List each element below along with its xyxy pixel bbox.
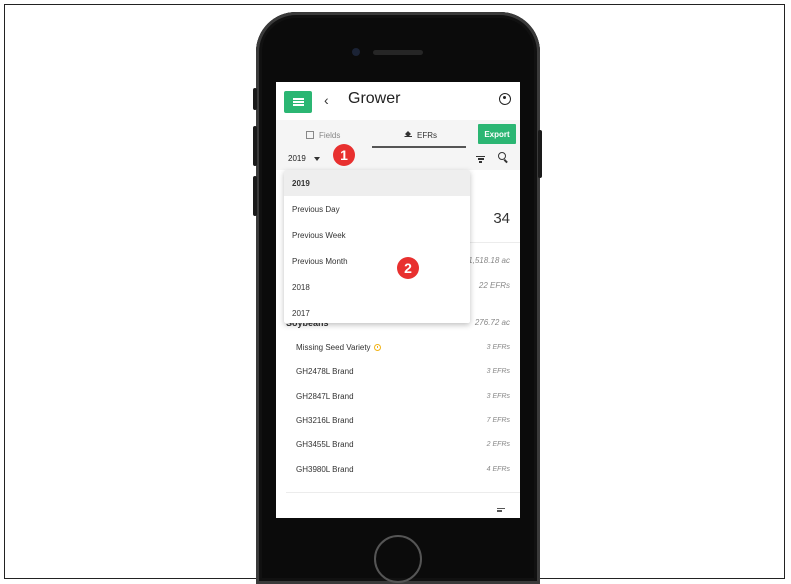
dropdown-option[interactable]: Previous Day <box>284 196 470 222</box>
volume-up-button <box>253 126 257 166</box>
list-item-efrs: 3 EFRs <box>486 368 510 375</box>
chevron-down-icon[interactable] <box>314 157 320 161</box>
list-item-efrs: 4 EFRs <box>486 466 510 473</box>
back-button[interactable]: ‹ <box>324 92 329 108</box>
tab-efrs[interactable]: EFRs <box>404 124 437 146</box>
list-item[interactable]: GH3455L Brand <box>296 440 354 449</box>
total-efr-count: 34 <box>493 210 510 227</box>
tab-fields[interactable]: Fields <box>306 124 340 146</box>
active-tab-indicator <box>372 146 466 148</box>
list-item-efrs: 7 EFRs <box>486 417 510 424</box>
page-title: Grower <box>348 90 401 107</box>
phone-screen: ‹ Grower Fields EFRs Export 2019 34 1,51… <box>276 82 520 518</box>
list-item[interactable]: GH3216L Brand <box>296 416 354 425</box>
dropdown-option[interactable]: Previous Week <box>284 222 470 248</box>
menu-button[interactable] <box>284 91 312 113</box>
warning-icon <box>373 344 381 352</box>
variety-name: Missing Seed Variety <box>296 343 371 352</box>
list-item[interactable]: Missing Seed Variety <box>296 343 381 352</box>
volume-down-button <box>253 176 257 216</box>
list-item[interactable]: GH3980L Brand <box>296 465 354 474</box>
hamburger-icon <box>292 101 304 103</box>
list-item-efrs: 3 EFRs <box>486 393 510 400</box>
list-item[interactable]: GH2847L Brand <box>296 392 354 401</box>
tab-efrs-label: EFRs <box>417 130 437 140</box>
fields-icon <box>306 131 314 139</box>
dropdown-option[interactable]: 2019 <box>284 170 470 196</box>
list-item-efrs: 3 EFRs <box>486 344 510 351</box>
tab-fields-label: Fields <box>319 130 341 140</box>
search-icon[interactable] <box>498 152 506 160</box>
account-icon[interactable] <box>499 93 511 105</box>
partial-efrs: 22 EFRs <box>478 281 510 290</box>
dropdown-option[interactable]: 2017 <box>284 300 470 323</box>
callout-badge-2: 2 <box>397 257 419 279</box>
dropdown-option[interactable]: 2018 <box>284 274 470 300</box>
filter-icon[interactable] <box>476 154 485 164</box>
partial-acres: 1,518.18 ac <box>468 256 510 265</box>
home-button[interactable] <box>374 535 422 583</box>
app-bar: ‹ Grower <box>276 82 520 120</box>
power-button <box>538 130 542 178</box>
speaker-grille <box>373 50 423 55</box>
sort-icon[interactable] <box>497 506 505 513</box>
export-button[interactable]: Export <box>478 124 516 144</box>
divider <box>286 492 520 493</box>
dropdown-option[interactable]: Previous Month <box>284 248 470 274</box>
front-camera-icon <box>352 48 360 56</box>
mute-switch <box>253 88 257 110</box>
year-selector[interactable]: 2019 <box>288 154 306 163</box>
layers-icon <box>404 131 412 139</box>
list-item[interactable]: GH2478L Brand <box>296 367 354 376</box>
callout-badge-1: 1 <box>333 144 355 166</box>
soy-acres: 276.72 ac <box>474 318 510 327</box>
year-dropdown-menu: 2019 Previous Day Previous Week Previous… <box>284 170 470 323</box>
list-item-efrs: 2 EFRs <box>486 441 510 448</box>
